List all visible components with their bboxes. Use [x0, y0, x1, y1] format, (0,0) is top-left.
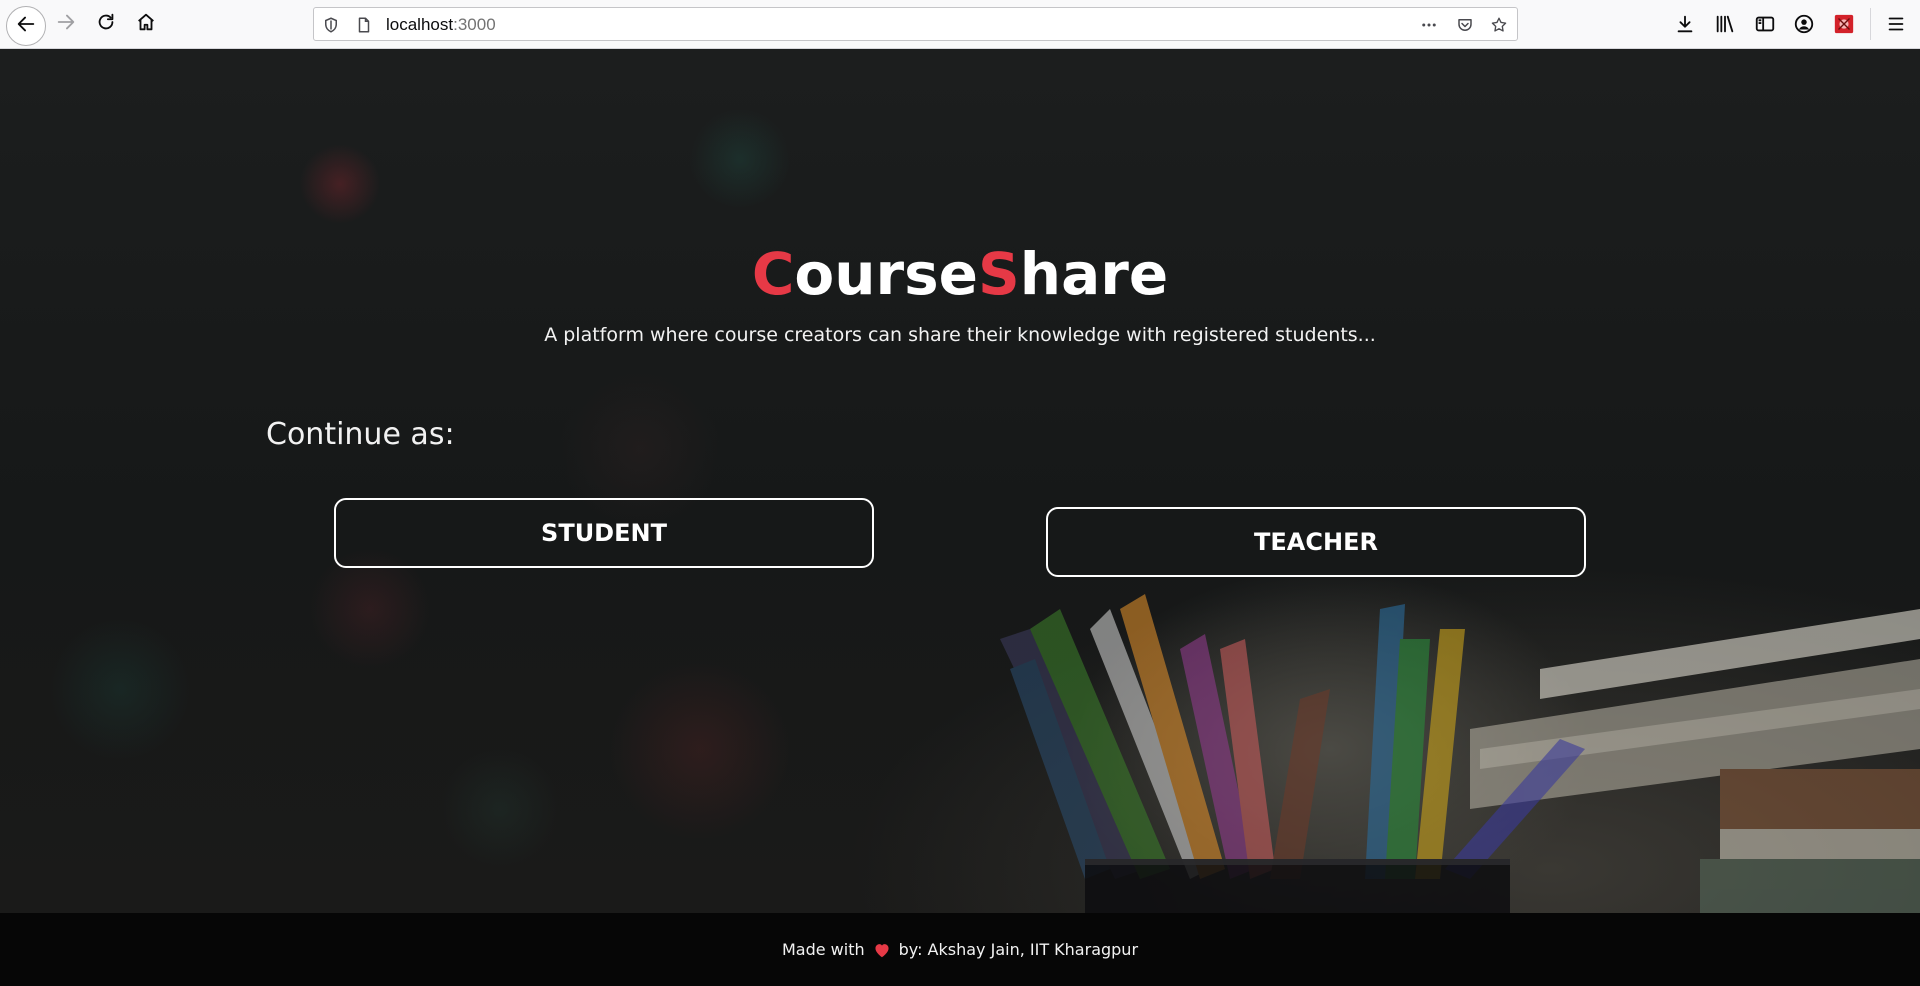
- hamburger-menu-icon[interactable]: [1884, 12, 1908, 36]
- title-text-hare: hare: [1019, 240, 1169, 308]
- library-icon[interactable]: [1713, 12, 1737, 36]
- reload-button[interactable]: [89, 7, 123, 41]
- page-title: CourseShare: [0, 239, 1920, 309]
- reload-icon: [95, 11, 117, 37]
- pocket-icon[interactable]: [1455, 15, 1475, 35]
- account-icon[interactable]: [1792, 12, 1816, 36]
- home-button[interactable]: [129, 7, 163, 41]
- continue-as-label: Continue as:: [266, 417, 455, 452]
- title-accent-c: C: [751, 240, 795, 308]
- footer: Made with by: Akshay Jain, IIT Kharagpur: [0, 913, 1920, 986]
- download-icon[interactable]: [1673, 12, 1697, 36]
- browser-toolbar: localhost:3000: [0, 0, 1920, 49]
- arrow-right-icon: [55, 11, 77, 37]
- pencil-cup: [1085, 859, 1510, 913]
- forward-button[interactable]: [49, 7, 83, 41]
- sidebar-icon[interactable]: [1753, 12, 1777, 36]
- home-icon: [135, 11, 157, 37]
- background-illustration: [1000, 594, 1920, 913]
- footer-credit: by: Akshay Jain, IIT Kharagpur: [898, 940, 1139, 959]
- teacher-button[interactable]: TEACHER: [1046, 507, 1586, 577]
- url-port: :3000: [453, 15, 496, 34]
- extension-icon[interactable]: [1832, 12, 1856, 36]
- books-image: [1470, 609, 1920, 913]
- url-bar[interactable]: localhost:3000: [313, 7, 1518, 41]
- url-text[interactable]: localhost:3000: [386, 14, 496, 36]
- page-subtitle: A platform where course creators can sha…: [544, 324, 1376, 346]
- arrow-left-icon: [15, 13, 37, 39]
- heart-icon: [873, 942, 891, 958]
- shield-icon[interactable]: [321, 15, 341, 35]
- toolbar-divider: [1870, 8, 1871, 40]
- url-host: localhost: [386, 15, 454, 34]
- title-accent-s: S: [978, 240, 1020, 308]
- pencil-cup-rim: [1085, 859, 1510, 865]
- page-icon[interactable]: [354, 15, 374, 35]
- more-icon[interactable]: [1419, 15, 1439, 35]
- footer-made-with: Made with: [781, 940, 865, 959]
- student-button[interactable]: STUDENT: [334, 498, 874, 568]
- back-button[interactable]: [6, 6, 46, 46]
- landing-page: CourseShare A platform where course crea…: [0, 49, 1920, 913]
- title-text-ourse: ourse: [794, 240, 979, 308]
- star-icon[interactable]: [1489, 15, 1509, 35]
